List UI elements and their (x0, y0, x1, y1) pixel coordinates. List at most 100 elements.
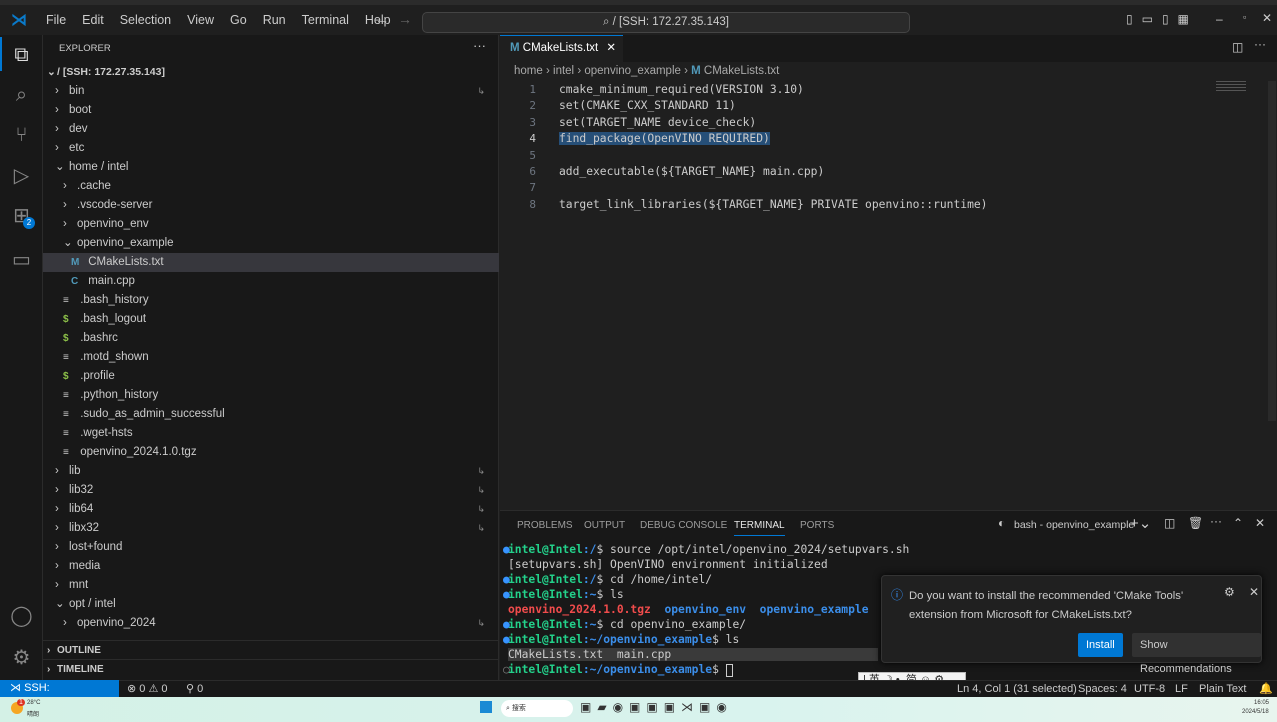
file-item[interactable]: ≡ .python_history (43, 386, 499, 405)
code-line[interactable]: target_link_libraries(${TARGET_NAME} PRI… (559, 198, 987, 211)
file-item[interactable]: $ .profile (43, 367, 499, 386)
problems-status[interactable]: ⊗ 0 ⚠ 0 (127, 681, 168, 697)
command-center-search[interactable]: ⌕ / [SSH: 172.27.35.143] (422, 12, 910, 33)
folder-item[interactable]: › lib32 ↳ (43, 481, 499, 500)
folder-item[interactable]: › mnt (43, 576, 499, 595)
install-button[interactable]: Install (1078, 633, 1123, 657)
menu-terminal[interactable]: Terminal (294, 13, 357, 27)
panel-tab-ports[interactable]: PORTS (800, 520, 834, 531)
code-line[interactable]: set(CMAKE_CXX_STANDARD 11) (559, 99, 736, 112)
panel-tab-debug-console[interactable]: DEBUG CONSOLE (640, 520, 727, 531)
folder-item[interactable]: › etc (43, 139, 499, 158)
split-editor-icon[interactable]: ◫ (1232, 40, 1243, 54)
menu-file[interactable]: File (38, 13, 74, 27)
file-item[interactable]: ≡ openvino_2024.1.0.tgz (43, 443, 499, 462)
panel-tab-problems[interactable]: PROBLEMS (517, 520, 573, 531)
notification-gear-icon[interactable]: ⚙ (1224, 585, 1235, 599)
file-item[interactable]: $ .bashrc (43, 329, 499, 348)
notification-close-icon[interactable]: ✕ (1249, 585, 1259, 599)
panel-tab-terminal[interactable]: TERMINAL (734, 520, 785, 536)
terminal-name[interactable]: bash - openvino_example (1014, 519, 1134, 531)
more-actions-icon[interactable]: ··· (473, 38, 486, 53)
folder-item[interactable]: ⌄ home / intel (43, 158, 499, 177)
ports-status[interactable]: ⚲ 0 (186, 681, 203, 697)
folder-item[interactable]: › .cache (43, 177, 499, 196)
explorer-root[interactable]: ⌄/ [SSH: 172.27.35.143] (43, 63, 499, 82)
breadcrumb-item[interactable]: intel (553, 65, 574, 77)
start-button-icon[interactable] (480, 701, 492, 713)
folder-item[interactable]: › media (43, 557, 499, 576)
language-mode[interactable]: Plain Text (1199, 681, 1247, 697)
editor-scrollbar[interactable] (1268, 81, 1276, 421)
file-item[interactable]: ≡ .bash_history (43, 291, 499, 310)
source-control-icon[interactable]: ⑂ (0, 115, 43, 155)
menu-go[interactable]: Go (222, 13, 255, 27)
file-item[interactable]: C main.cpp (43, 272, 499, 291)
extensions-icon[interactable]: ⊞ 2 (0, 195, 43, 235)
show-recommendations-button[interactable]: Show Recommendations (1132, 633, 1261, 675)
minimap[interactable] (1216, 81, 1246, 91)
close-tab-icon[interactable]: ✕ (606, 42, 616, 54)
close-panel-icon[interactable]: ✕ (1255, 516, 1265, 530)
clock-date[interactable]: 2024/5/18 (1242, 709, 1269, 715)
panel-more-icon[interactable]: ··· (1210, 514, 1222, 528)
taskbar-search[interactable]: ⌕ 搜索 (501, 700, 573, 717)
search-icon[interactable]: ⌕ (0, 75, 43, 115)
folder-item[interactable]: › boot (43, 101, 499, 120)
code-line[interactable]: find_package(OpenVINO REQUIRED) (559, 132, 770, 146)
outline-section[interactable]: › OUTLINE (43, 640, 499, 659)
notifications-bell-icon[interactable]: 🔔 (1259, 681, 1273, 697)
folder-item[interactable]: › openvino_env (43, 215, 499, 234)
file-item[interactable]: $ .bash_logout (43, 310, 499, 329)
manage-gear-icon[interactable]: ⚙ (0, 637, 43, 677)
remote-indicator[interactable]: ⋊ SSH: 172.27.35.143 (0, 680, 119, 710)
accounts-icon[interactable]: ◯ (0, 595, 43, 635)
folder-item[interactable]: › bin ↳ (43, 82, 499, 101)
forward-icon[interactable]: → (398, 11, 412, 27)
code-lines[interactable]: 1 cmake_minimum_required(VERSION 3.10) 2 se… (500, 81, 1200, 281)
file-item[interactable]: ≡ .motd_shown (43, 348, 499, 367)
folder-item[interactable]: › lost+found (43, 538, 499, 557)
breadcrumb-item[interactable]: CMakeLists.txt (704, 65, 779, 77)
menu-selection[interactable]: Selection (112, 13, 179, 27)
folder-item[interactable]: › libx32 ↳ (43, 519, 499, 538)
menu-edit[interactable]: Edit (74, 13, 112, 27)
folder-item[interactable]: › lib ↳ (43, 462, 499, 481)
folder-item[interactable]: › lib64 ↳ (43, 500, 499, 519)
folder-item[interactable]: ⌄ opt / intel (43, 595, 499, 614)
code-line[interactable]: add_executable(${TARGET_NAME} main.cpp) (559, 165, 824, 178)
split-terminal-icon[interactable]: ◫ (1164, 516, 1175, 530)
panel-tab-output[interactable]: OUTPUT (584, 520, 625, 531)
file-item[interactable]: M CMakeLists.txt (43, 253, 499, 272)
indentation[interactable]: Spaces: 4 (1078, 681, 1127, 697)
layout-controls-icons[interactable]: ▯▭▯▦ (1126, 12, 1198, 26)
folder-item[interactable]: ⌄ openvino_example (43, 234, 499, 253)
maximize-panel-icon[interactable]: ⌃ (1233, 516, 1243, 530)
minimize-icon[interactable]: – (1216, 12, 1223, 26)
end-of-line[interactable]: LF (1175, 681, 1188, 697)
cursor-position[interactable]: Ln 4, Col 1 (31 selected) (957, 681, 1077, 697)
file-item[interactable]: ≡ .sudo_as_admin_successful (43, 405, 499, 424)
kill-terminal-icon[interactable]: 🗑 (1188, 516, 1203, 530)
clock-time[interactable]: 16:05 (1254, 700, 1269, 706)
files-icon[interactable]: ⧉ (0, 35, 43, 75)
restore-icon[interactable]: ▫ (1243, 12, 1246, 22)
breadcrumb-item[interactable]: openvino_example (584, 65, 681, 77)
timeline-section[interactable]: › TIMELINE (43, 659, 499, 678)
encoding[interactable]: UTF-8 (1134, 681, 1165, 697)
editor-tab-cmakelists[interactable]: M CMakeLists.txt ✕ (500, 35, 623, 62)
taskbar-app-icons[interactable]: ▣▰◉▣▣▣⋊▣◉ (580, 700, 733, 714)
folder-item[interactable]: › openvino_2024 ↳ (43, 614, 499, 633)
new-terminal-icon[interactable]: +⌄ (1130, 514, 1151, 532)
run-debug-icon[interactable]: ▷ (0, 155, 43, 195)
close-window-icon[interactable]: ✕ (1262, 11, 1272, 25)
remote-explorer-icon[interactable]: ▭ (0, 239, 43, 279)
menu-view[interactable]: View (179, 13, 222, 27)
editor-more-icon[interactable]: ··· (1254, 37, 1266, 51)
code-line[interactable]: cmake_minimum_required(VERSION 3.10) (559, 83, 804, 96)
back-icon[interactable]: ← (375, 11, 389, 27)
folder-item[interactable]: › .vscode-server (43, 196, 499, 215)
menu-run[interactable]: Run (255, 13, 294, 27)
folder-item[interactable]: › dev (43, 120, 499, 139)
breadcrumb-item[interactable]: home (514, 65, 543, 77)
